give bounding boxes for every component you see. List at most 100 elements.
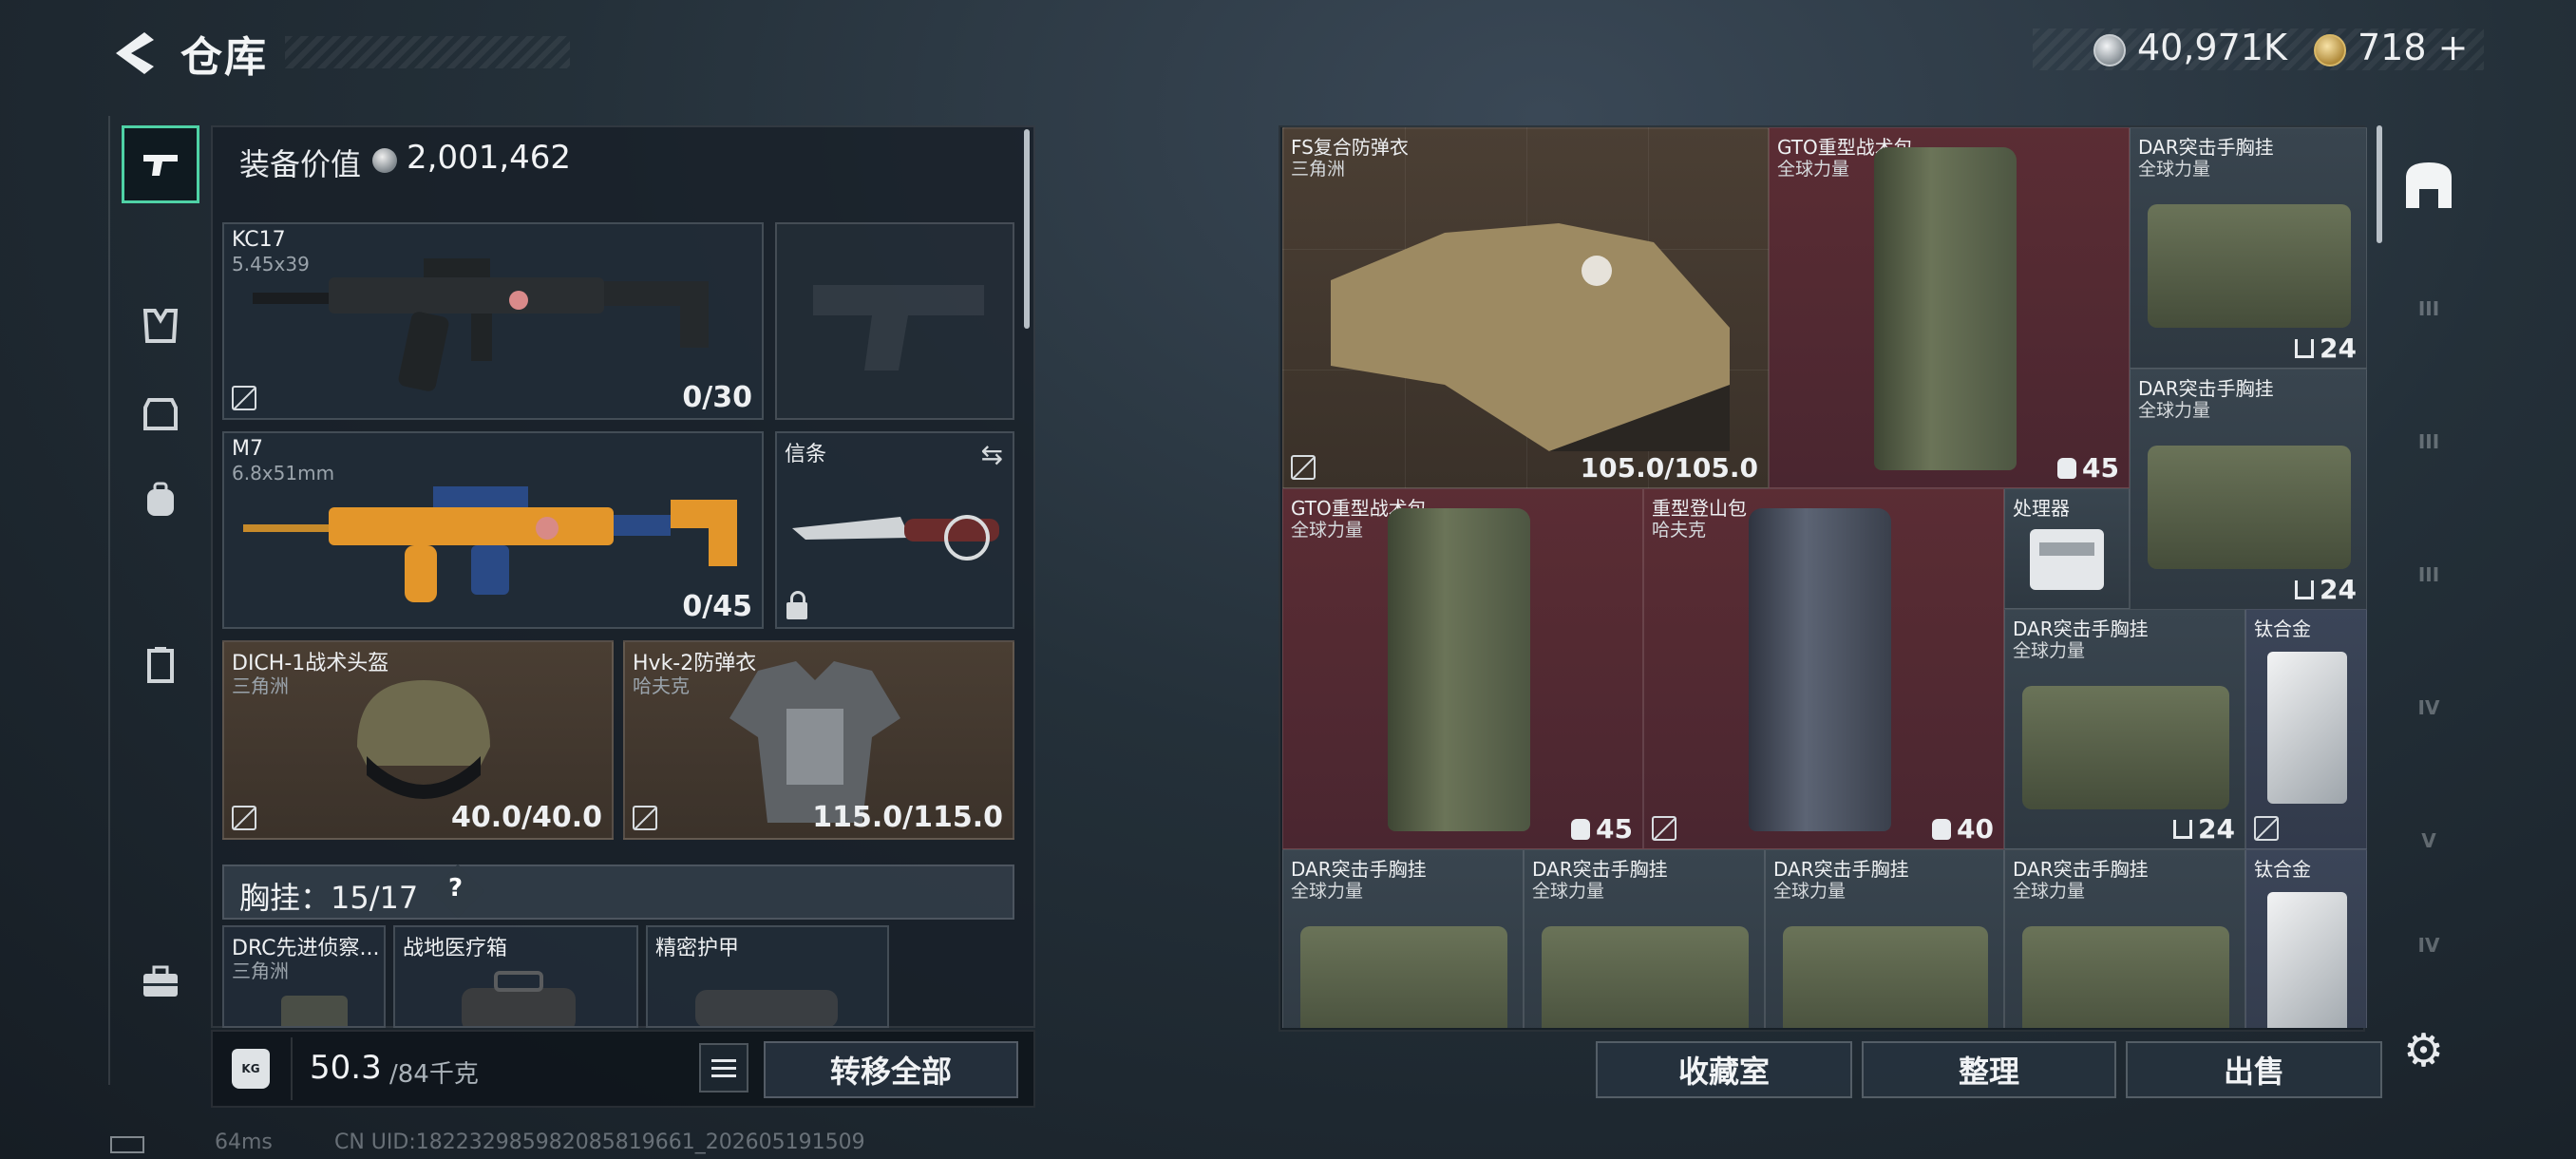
weight-icon: KG — [232, 1049, 270, 1089]
capacity-badge: 40 — [1932, 813, 1994, 845]
chest-rig-icon — [1542, 926, 1749, 1028]
coin-balance: 40,971K — [2137, 27, 2287, 68]
armor-slot[interactable]: Hvk-2防弹衣 哈夫克 115.0/115.0 — [623, 640, 1014, 840]
storage-item[interactable]: DAR突击手胸挂 全球力量 — [1282, 849, 1524, 1028]
item-maker: 全球力量 — [1532, 881, 1605, 902]
capacity-badge: 45 — [1571, 813, 1633, 845]
lock-icon — [786, 591, 807, 619]
help-icon: ? — [448, 874, 464, 902]
chest-rig-icon — [2022, 686, 2229, 809]
capacity-value: 45 — [1596, 813, 1633, 845]
non-insurable-icon — [1291, 455, 1316, 480]
medkit-icon — [462, 971, 576, 1026]
weight-max: /84千克 — [389, 1060, 479, 1089]
storage-page-tier[interactable]: III — [2386, 532, 2472, 618]
collection-room-button[interactable]: 收藏室 — [1596, 1041, 1852, 1098]
pistol-icon — [143, 155, 178, 176]
chest-item-slot[interactable]: DRC先进侦察... 三角洲 — [222, 925, 386, 1028]
non-insurable-icon — [633, 806, 657, 830]
pistol-slot[interactable] — [775, 222, 1014, 420]
scout-device-icon — [281, 996, 348, 1026]
ammo-count: 0/45 — [682, 590, 752, 623]
capacity-badge: 24 — [2295, 332, 2357, 364]
storage-item[interactable]: 钛合金 — [2245, 609, 2367, 849]
category-backpack[interactable] — [122, 462, 199, 540]
list-view-button[interactable] — [699, 1043, 748, 1092]
category-chest-rig[interactable] — [122, 287, 199, 365]
capacity-value: 40 — [1957, 813, 1994, 845]
gem-balance[interactable]: 718 + — [2358, 27, 2468, 68]
tier-label: III — [2417, 563, 2440, 586]
titanium-plate-icon — [2267, 652, 2347, 804]
chest-rig-icon — [2148, 204, 2351, 328]
storage-scrollbar[interactable] — [2377, 125, 2382, 243]
storage-item[interactable]: GTO重型战术包 全球力量 45 — [1769, 127, 2130, 488]
tier-label: IV — [2417, 696, 2440, 719]
chevron-left-icon — [116, 32, 154, 74]
storage-item[interactable]: 钛合金 — [2245, 849, 2367, 1028]
storage-page-tier[interactable]: IV — [2386, 665, 2472, 750]
storage-page-tier[interactable]: III — [2386, 266, 2472, 352]
knife-icon — [792, 515, 999, 560]
gem-icon — [2314, 34, 2346, 66]
storage-item[interactable]: FS复合防弹衣 三角洲 105.0/105.0 — [1282, 127, 1769, 488]
page-title: 仓库 — [180, 33, 268, 82]
storage-page-tier[interactable]: IV — [2386, 902, 2472, 988]
storage-item[interactable]: 重型登山包 哈夫克 40 — [1643, 488, 2004, 849]
capacity-value: 24 — [2198, 813, 2235, 845]
storage-page-main[interactable] — [2386, 142, 2472, 228]
chest-item-slot[interactable]: 精密护甲 — [646, 925, 889, 1028]
armor-maker: 哈夫克 — [633, 674, 690, 697]
storage-page-tier[interactable]: V — [2386, 798, 2472, 884]
sort-button[interactable]: 整理 — [1862, 1041, 2116, 1098]
storage-page-tier[interactable]: III — [2386, 399, 2472, 484]
add-gems-button[interactable]: + — [2438, 27, 2469, 68]
helmet-slot[interactable]: DICH-1战术头盔 三角洲 40.0/40.0 — [222, 640, 614, 840]
storage-item[interactable]: DAR突击手胸挂 全球力量 — [1524, 849, 1765, 1028]
gem-balance-value: 718 — [2358, 27, 2427, 68]
item-maker: 全球力量 — [1291, 520, 1364, 541]
category-armor[interactable] — [122, 374, 199, 452]
non-insurable-icon — [232, 386, 256, 410]
title-decoration — [285, 36, 570, 68]
chest-rig-capacity: 15/17 — [331, 880, 419, 916]
primary-weapon-slot-1[interactable]: KC17 5.45x39 0/30 — [222, 222, 764, 420]
item-name: 精密护甲 — [655, 937, 740, 960]
settings-gear-icon[interactable]: ⚙ — [2403, 1024, 2444, 1077]
item-maker: 全球力量 — [1291, 881, 1364, 902]
kc17-rifle-icon — [253, 258, 709, 391]
storage-item[interactable]: 处理器 — [2004, 488, 2130, 609]
armor-durability: 115.0/115.0 — [812, 801, 1003, 834]
sell-button[interactable]: 出售 — [2126, 1041, 2382, 1098]
capacity-value: 45 — [2082, 452, 2119, 484]
helmet-durability: 40.0/40.0 — [451, 801, 602, 834]
transfer-all-button[interactable]: 转移全部 — [764, 1041, 1018, 1098]
chest-item-slot[interactable]: 战地医疗箱 — [393, 925, 638, 1028]
item-maker: 全球力量 — [2013, 640, 2086, 661]
category-case[interactable] — [122, 625, 199, 703]
loadout-scrollbar[interactable] — [1024, 129, 1030, 329]
storage-page-rail: III III III IV V IV — [2386, 142, 2472, 998]
mountain-pack-icon — [1749, 508, 1891, 831]
item-maker: 全球力量 — [2013, 881, 2086, 902]
category-weapons[interactable] — [122, 125, 199, 203]
gear-value-amount: 2,001,462 — [407, 139, 572, 177]
storage-item[interactable]: DAR突击手胸挂 全球力量 24 — [2130, 369, 2367, 610]
melee-slot[interactable]: 信条 ⇆ — [775, 431, 1014, 629]
category-toolbox[interactable] — [122, 942, 199, 1020]
tactical-pack-icon — [1388, 508, 1530, 831]
m7-rifle-icon — [243, 486, 737, 602]
storage-item[interactable]: DAR突击手胸挂 全球力量 24 — [2130, 127, 2367, 369]
capacity-badge: 45 — [2057, 452, 2119, 484]
storage-item[interactable]: DAR突击手胸挂 全球力量 — [1765, 849, 2004, 1028]
backpack-icon — [1571, 818, 1591, 840]
back-button[interactable] — [104, 25, 161, 82]
swap-icon[interactable]: ⇆ — [981, 439, 1003, 470]
coin-icon — [2093, 34, 2126, 66]
item-name: 战地医疗箱 — [403, 937, 508, 960]
storage-item[interactable]: DAR突击手胸挂 全球力量 — [2004, 849, 2245, 1028]
helmet-maker: 三角洲 — [232, 674, 289, 697]
storage-item[interactable]: GTO重型战术包 全球力量 45 — [1282, 488, 1643, 849]
storage-item[interactable]: DAR突击手胸挂 全球力量 24 — [2004, 609, 2245, 849]
primary-weapon-slot-2[interactable]: M7 6.8x51mm 0/45 — [222, 431, 764, 629]
